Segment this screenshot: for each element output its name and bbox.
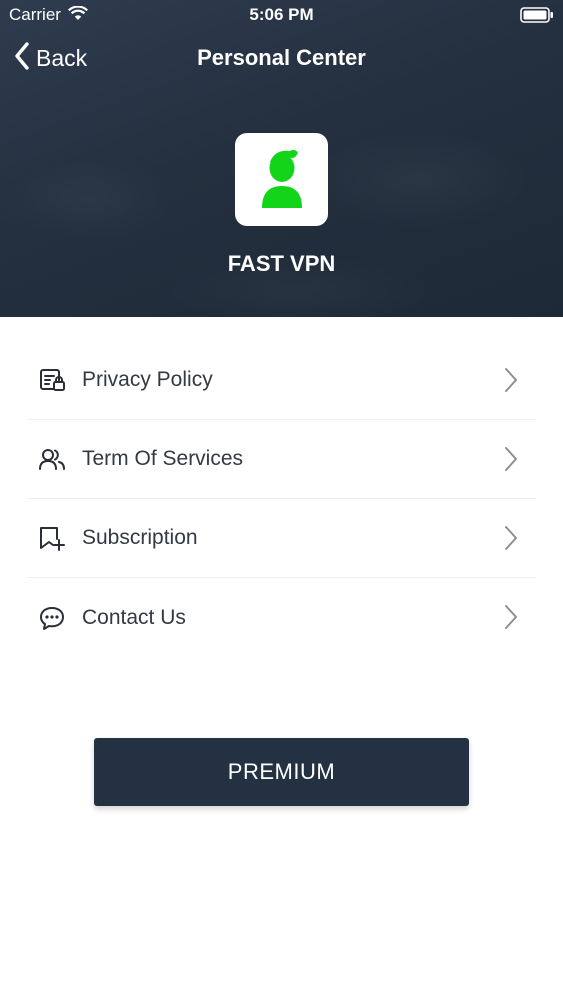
menu-item-subscription[interactable]: Subscription [28, 499, 536, 578]
navigation-bar: Back Personal Center [0, 38, 563, 78]
avatar [235, 133, 328, 226]
profile-header: Carrier 5:06 PM Back Personal Center FAS… [0, 0, 563, 317]
menu-item-label: Privacy Policy [82, 368, 213, 391]
battery-icon [520, 7, 554, 28]
bookmark-add-icon [38, 524, 66, 552]
page-title: Personal Center [197, 45, 366, 70]
premium-button[interactable]: PREMIUM [94, 738, 469, 806]
settings-menu: Privacy Policy Term Of Services Subscrip… [28, 341, 536, 657]
chevron-right-icon [504, 367, 518, 398]
app-name: FAST VPN [227, 251, 336, 276]
menu-item-label: Subscription [82, 526, 198, 549]
status-time: 5:06 PM [249, 5, 314, 24]
chat-bubble-icon [38, 604, 66, 632]
menu-item-contact-us[interactable]: Contact Us [28, 578, 536, 657]
menu-item-privacy-policy[interactable]: Privacy Policy [28, 341, 536, 420]
privacy-doc-icon [38, 366, 66, 394]
chevron-right-icon [504, 525, 518, 556]
menu-item-terms-of-services[interactable]: Term Of Services [28, 420, 536, 499]
users-icon [38, 445, 66, 473]
menu-item-label: Term Of Services [82, 447, 244, 470]
chevron-right-icon [504, 446, 518, 477]
status-bar: Carrier 5:06 PM [0, 0, 563, 30]
chevron-right-icon [504, 604, 518, 635]
user-avatar-icon [260, 146, 304, 213]
menu-item-label: Contact Us [82, 605, 186, 629]
